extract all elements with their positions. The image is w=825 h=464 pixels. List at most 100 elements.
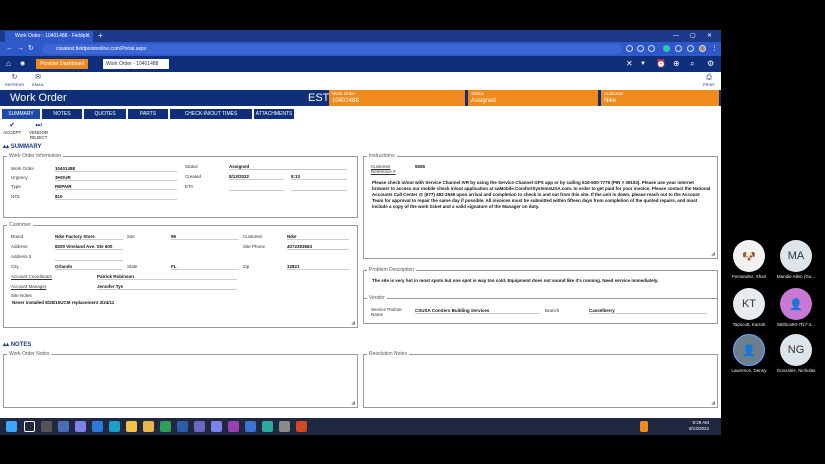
account-coordinator-link[interactable]: Account Coordinator — [11, 274, 52, 279]
customer-reference-label[interactable]: Customer Reference # — [371, 164, 411, 174]
site-notes-label: Site Notes — [11, 293, 32, 298]
close-tab-icon[interactable]: ✕ — [85, 31, 90, 42]
extension-icon[interactable] — [626, 45, 633, 52]
account-manager-value: Jennifer Tye — [97, 284, 237, 290]
created-date-value: 8/13/2022 — [229, 174, 284, 180]
resize-handle-icon[interactable]: ◢ — [351, 400, 355, 406]
search-icon[interactable]: ⌕ — [690, 58, 694, 70]
tab-quotes[interactable]: QUOTES — [84, 109, 126, 119]
share-icon[interactable] — [637, 45, 644, 52]
chrome-icon[interactable] — [126, 421, 137, 432]
close-window-icon[interactable]: ✕ — [707, 30, 712, 42]
resolution-notes-panel[interactable]: Resolution Notes ◢ — [363, 351, 718, 408]
resize-handle-icon[interactable]: ◢ — [711, 400, 715, 406]
resize-handle-icon[interactable]: ◢ — [351, 320, 355, 326]
app-icon[interactable] — [245, 421, 256, 432]
powerpoint-icon[interactable] — [296, 421, 307, 432]
add-icon[interactable]: ⊕ — [673, 58, 680, 70]
clear-search-icon[interactable]: ✕ — [626, 58, 633, 70]
edge-icon[interactable] — [109, 421, 120, 432]
refresh-label: REFRESH — [5, 82, 25, 87]
participant-name: Mandie Allen (Gu... — [776, 274, 816, 279]
puzzle-icon[interactable] — [675, 45, 682, 52]
excel-icon[interactable] — [160, 421, 171, 432]
toggle-icon[interactable]: ◉ — [20, 58, 25, 70]
word-icon[interactable] — [177, 421, 188, 432]
account-coordinator-value: Patrick Robinson — [97, 274, 237, 280]
url-field[interactable]: cssatest.fieldpointonline.com/Portal.asp… — [42, 44, 622, 54]
teams-icon[interactable] — [75, 421, 86, 432]
header-work-order-value: 10401488 — [332, 98, 359, 104]
tab-attachments[interactable]: ATTACHMENTS — [254, 109, 294, 119]
system-clock[interactable]: 9:29 AM 8/13/2022 — [689, 420, 709, 432]
back-icon[interactable]: ← — [6, 42, 13, 56]
work-order-notes-title: Work Order Notes — [7, 351, 52, 357]
sidebar-icon[interactable] — [687, 45, 694, 52]
work-order-notes-panel[interactable]: Work Order Notes ◢ — [3, 351, 358, 408]
participant-tile[interactable]: 👤 583bca94-7f17-4... — [776, 288, 816, 327]
participant-tile[interactable]: KT Tapscott, Karrah — [729, 288, 769, 327]
minimize-icon[interactable]: — — [673, 30, 679, 42]
notes-section-toggle[interactable]: ▴▴ NOTES — [3, 341, 31, 348]
menu-icon[interactable]: ⋮ — [711, 42, 718, 56]
instructions-text: Please check in/out with Service Channel… — [372, 180, 711, 209]
work-order-label: Work Order — [11, 166, 35, 171]
reload-icon[interactable]: ↻ — [28, 42, 34, 56]
print-button[interactable]: ⎙ PRINT — [703, 73, 715, 87]
maximize-icon[interactable]: ▢ — [690, 30, 696, 42]
participant-name: Fernandez, Shari — [731, 274, 767, 279]
vendor-reject-button[interactable]: ⏭ VENDOR REJECT — [29, 121, 48, 140]
search-icon[interactable] — [24, 421, 35, 432]
home-icon[interactable]: ⌂ — [6, 58, 11, 70]
dropdown-icon[interactable]: ▼ — [640, 58, 646, 70]
widgets-icon[interactable] — [58, 421, 69, 432]
accept-button[interactable]: ✔ ACCEPT — [3, 121, 21, 135]
participant-tile[interactable]: MA Mandie Allen (Gu... — [776, 240, 816, 279]
refresh-button[interactable]: ↻ REFRESH — [5, 73, 24, 87]
tab-summary[interactable]: SUMMARY — [2, 109, 40, 119]
file-explorer-icon[interactable] — [143, 421, 154, 432]
urgency-label: Urgency — [11, 175, 28, 180]
windows-start-icon[interactable] — [6, 421, 17, 432]
tab-check-in-out[interactable]: CHECK-IN/OUT TIMES — [170, 109, 252, 119]
profile-avatar[interactable] — [699, 45, 706, 52]
check-icon: ✔ — [9, 122, 16, 129]
extension-green-icon[interactable] — [663, 45, 670, 52]
resize-handle-icon[interactable]: ◢ — [711, 251, 715, 257]
eta-label: ETA — [185, 184, 194, 189]
participant-tile[interactable]: NG Gonzales, Nicholas — [776, 334, 816, 373]
new-tab-icon[interactable]: + — [98, 30, 103, 42]
participant-tile[interactable]: 👤 Lawrence, Denny — [729, 334, 769, 373]
tab-notes[interactable]: NOTES — [42, 109, 82, 119]
app-icon[interactable] — [262, 421, 273, 432]
work-order-value: 10401488 — [55, 166, 177, 172]
alarm-icon[interactable]: ⏰ — [656, 58, 666, 70]
gear-icon[interactable]: ⚙ — [707, 58, 714, 70]
site-phone-value: 4072393663 — [287, 244, 349, 250]
email-label: EMAIL — [32, 82, 45, 87]
created-time-value: 8:13 — [291, 174, 347, 180]
work-order-search-field[interactable]: Work Order - 10401488 — [103, 59, 169, 69]
app-icon[interactable] — [279, 421, 290, 432]
task-view-icon[interactable] — [41, 421, 52, 432]
onenote-icon[interactable] — [228, 421, 239, 432]
email-button[interactable]: ✉ EMAIL — [32, 73, 44, 87]
app-icon[interactable] — [194, 421, 205, 432]
status-value: Assigned — [229, 164, 347, 170]
summary-section-toggle[interactable]: ▴▴ SUMMARY — [3, 143, 41, 150]
browser-tab[interactable]: Work Order - 10401488 - Fieldp... ✕ — [5, 31, 93, 42]
teams-chat-icon[interactable] — [211, 421, 222, 432]
participant-name: Tapscott, Karrah — [732, 322, 766, 327]
tab-parts[interactable]: PARTS — [128, 109, 168, 119]
participant-tile[interactable]: 🐶 Fernandez, Shari — [729, 240, 769, 279]
problem-description-title: Problem Description — [367, 267, 417, 273]
star-icon[interactable] — [648, 45, 655, 52]
tray-app-icon[interactable] — [640, 421, 648, 432]
participant-initials: NG — [780, 334, 812, 366]
toolbar: ↻ REFRESH ✉ EMAIL ⎙ PRINT — [0, 72, 721, 90]
provider-dashboard-button[interactable]: Provider Dashboard — [36, 59, 89, 69]
outlook-icon[interactable] — [92, 421, 103, 432]
forward-icon[interactable]: → — [17, 42, 24, 56]
branch-label: Branch — [545, 308, 560, 313]
account-manager-link[interactable]: Account Manager — [11, 284, 46, 289]
